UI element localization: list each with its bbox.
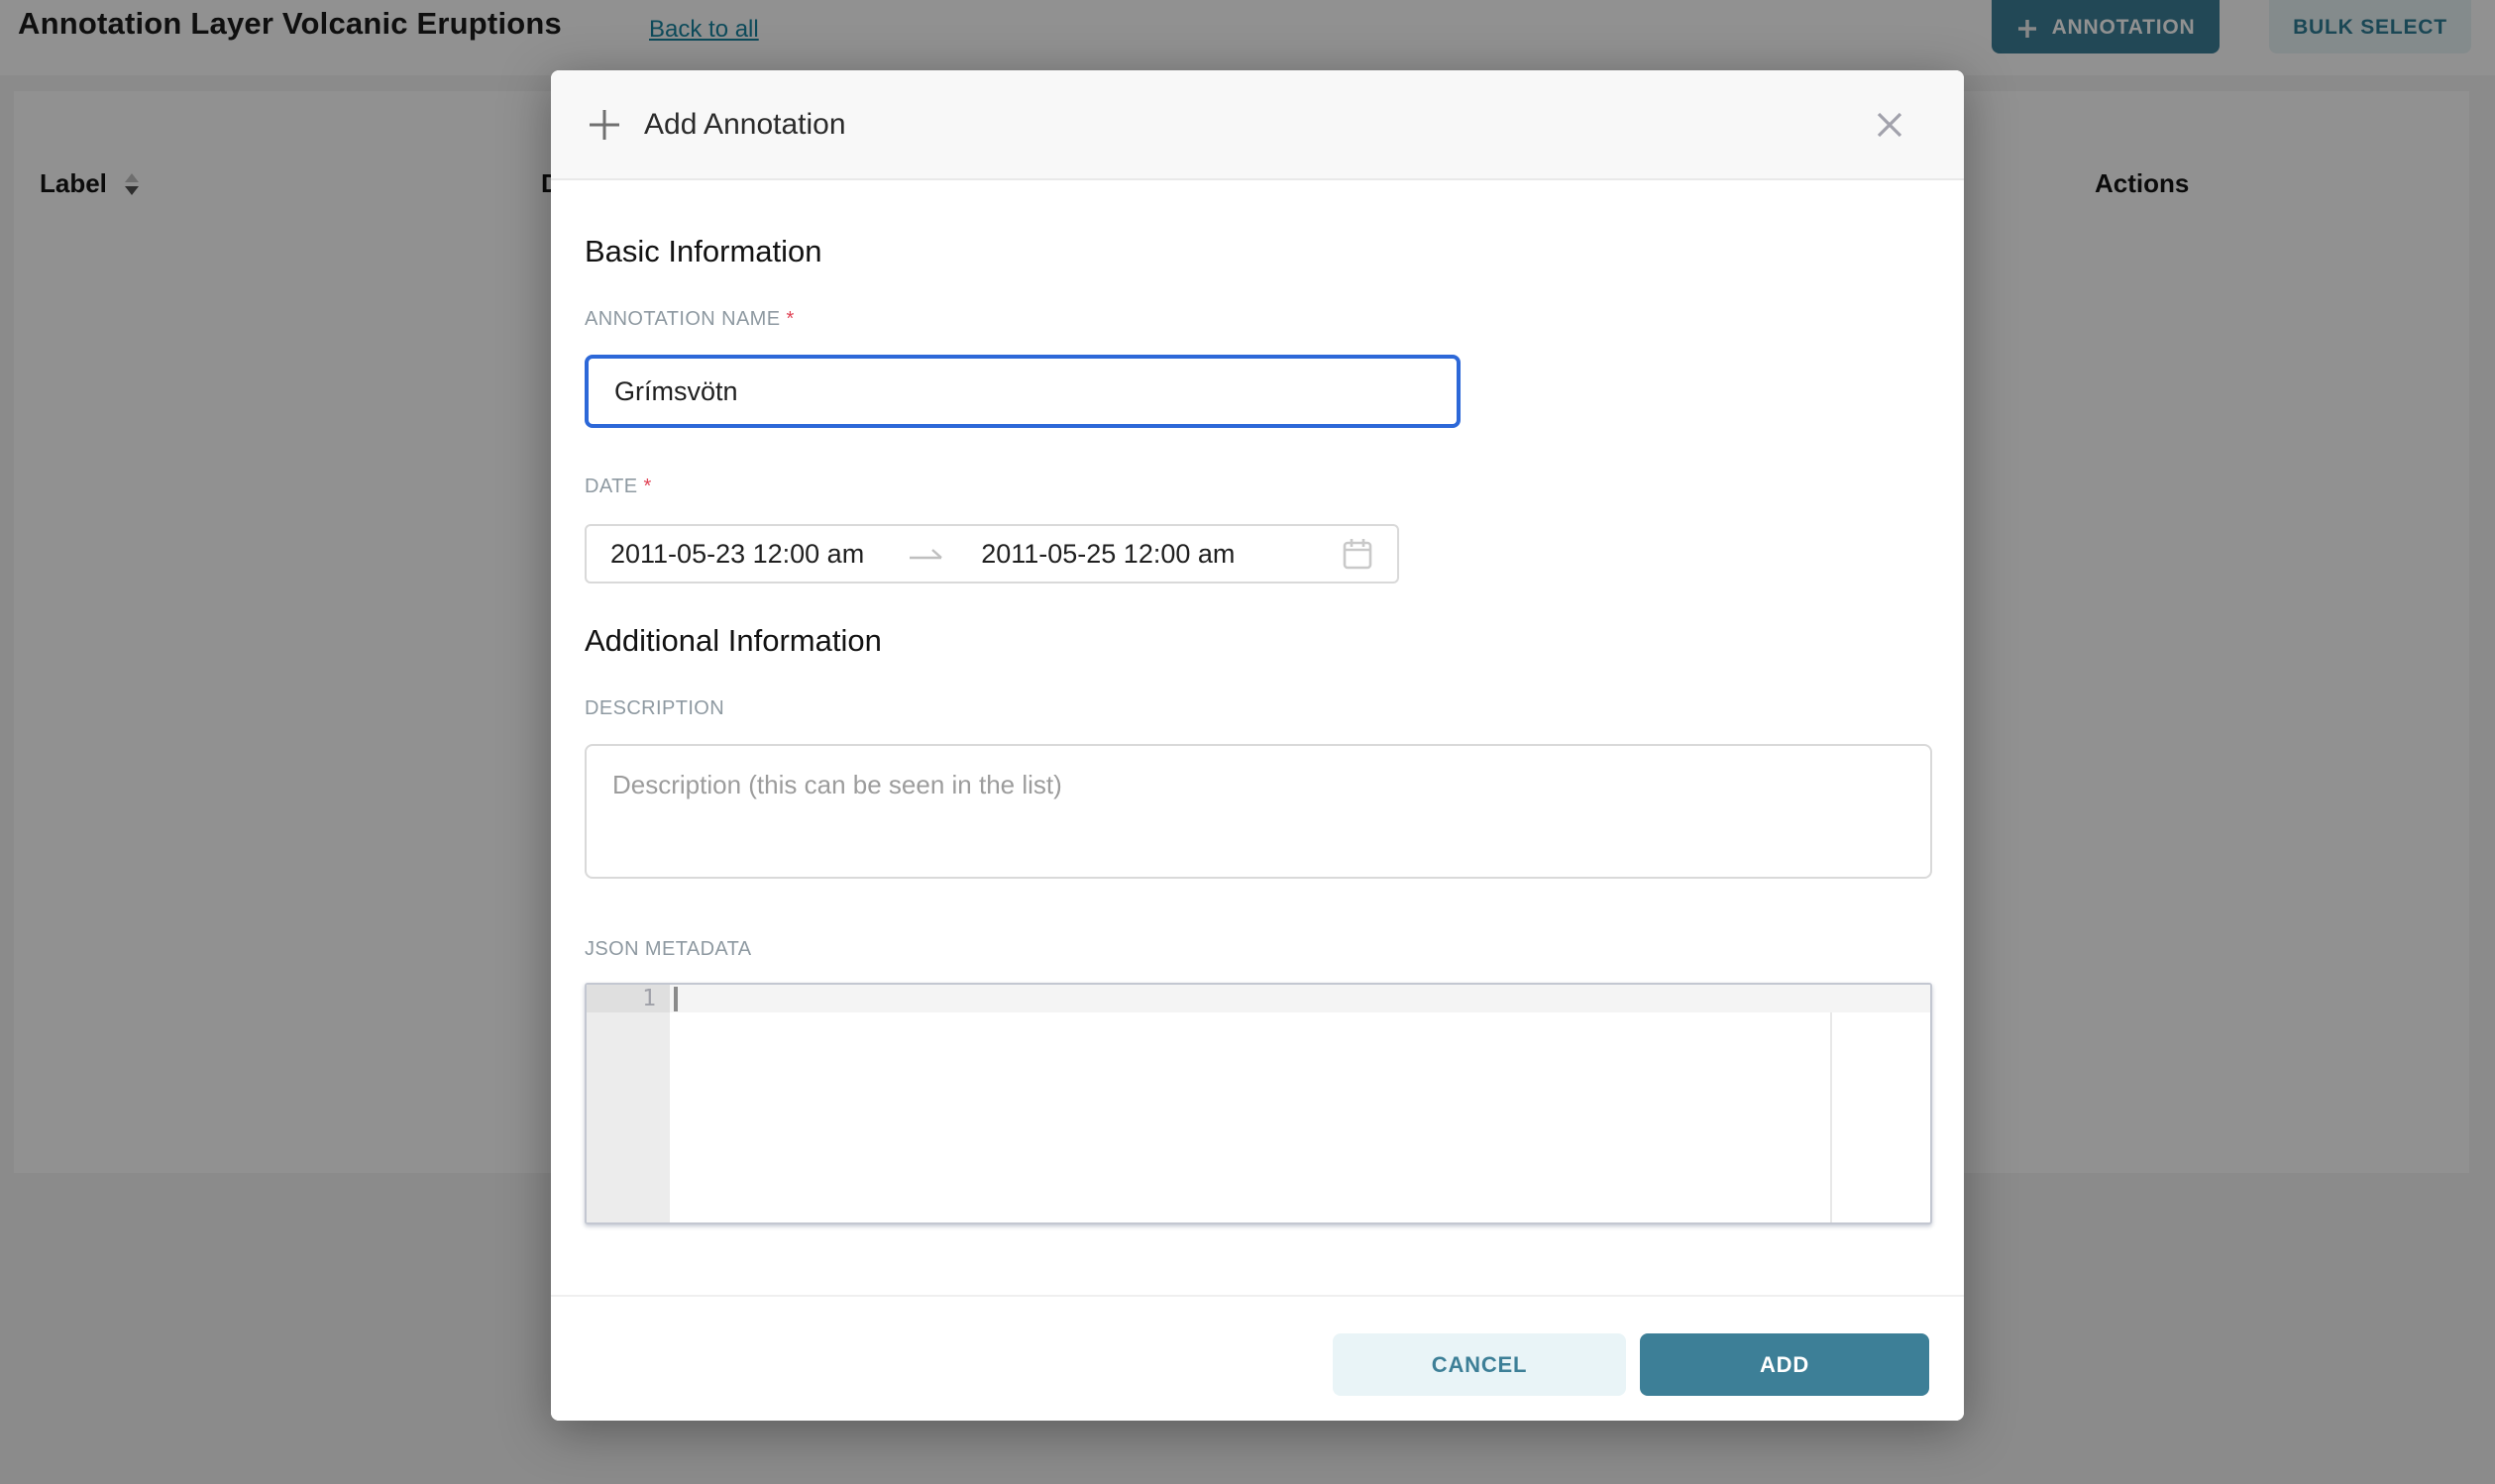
app-root: Annotation Layer Volcanic Eruptions Back…	[0, 0, 2495, 1484]
calendar-icon	[1342, 537, 1373, 571]
section-basic-information: Basic Information	[585, 234, 822, 269]
editor-active-line	[670, 985, 1930, 1012]
modal-header: Add Annotation	[551, 70, 1964, 180]
annotation-name-label: ANNOTATION NAME*	[585, 308, 795, 331]
editor-line-number: 1	[587, 985, 670, 1012]
section-additional-information: Additional Information	[585, 623, 882, 659]
add-annotation-modal: Add Annotation Basic Information ANNOTAT…	[551, 70, 1964, 1421]
range-arrow-icon	[908, 546, 945, 562]
editor-gutter	[587, 985, 670, 1222]
date-end-value[interactable]: 2011-05-25 12:00 am	[981, 539, 1235, 570]
text-cursor	[674, 987, 678, 1011]
add-button[interactable]: ADD	[1640, 1333, 1929, 1396]
modal-footer: CANCEL ADD	[551, 1295, 1964, 1421]
json-metadata-label: JSON METADATA	[585, 938, 752, 961]
required-asterisk: *	[786, 308, 794, 330]
annotation-name-input[interactable]	[585, 355, 1461, 428]
description-label: DESCRIPTION	[585, 697, 724, 720]
required-asterisk: *	[643, 476, 651, 497]
description-textarea[interactable]	[585, 744, 1932, 879]
close-icon[interactable]	[1873, 108, 1906, 142]
modal-title: Add Annotation	[644, 108, 846, 142]
date-label: DATE*	[585, 476, 652, 498]
date-range-picker[interactable]: 2011-05-23 12:00 am 2011-05-25 12:00 am	[585, 524, 1399, 583]
json-metadata-editor[interactable]: 1	[585, 983, 1932, 1224]
date-start-value[interactable]: 2011-05-23 12:00 am	[610, 539, 864, 570]
cancel-button[interactable]: CANCEL	[1333, 1333, 1626, 1396]
plus-icon	[587, 107, 622, 143]
editor-print-margin	[1830, 1012, 1832, 1222]
